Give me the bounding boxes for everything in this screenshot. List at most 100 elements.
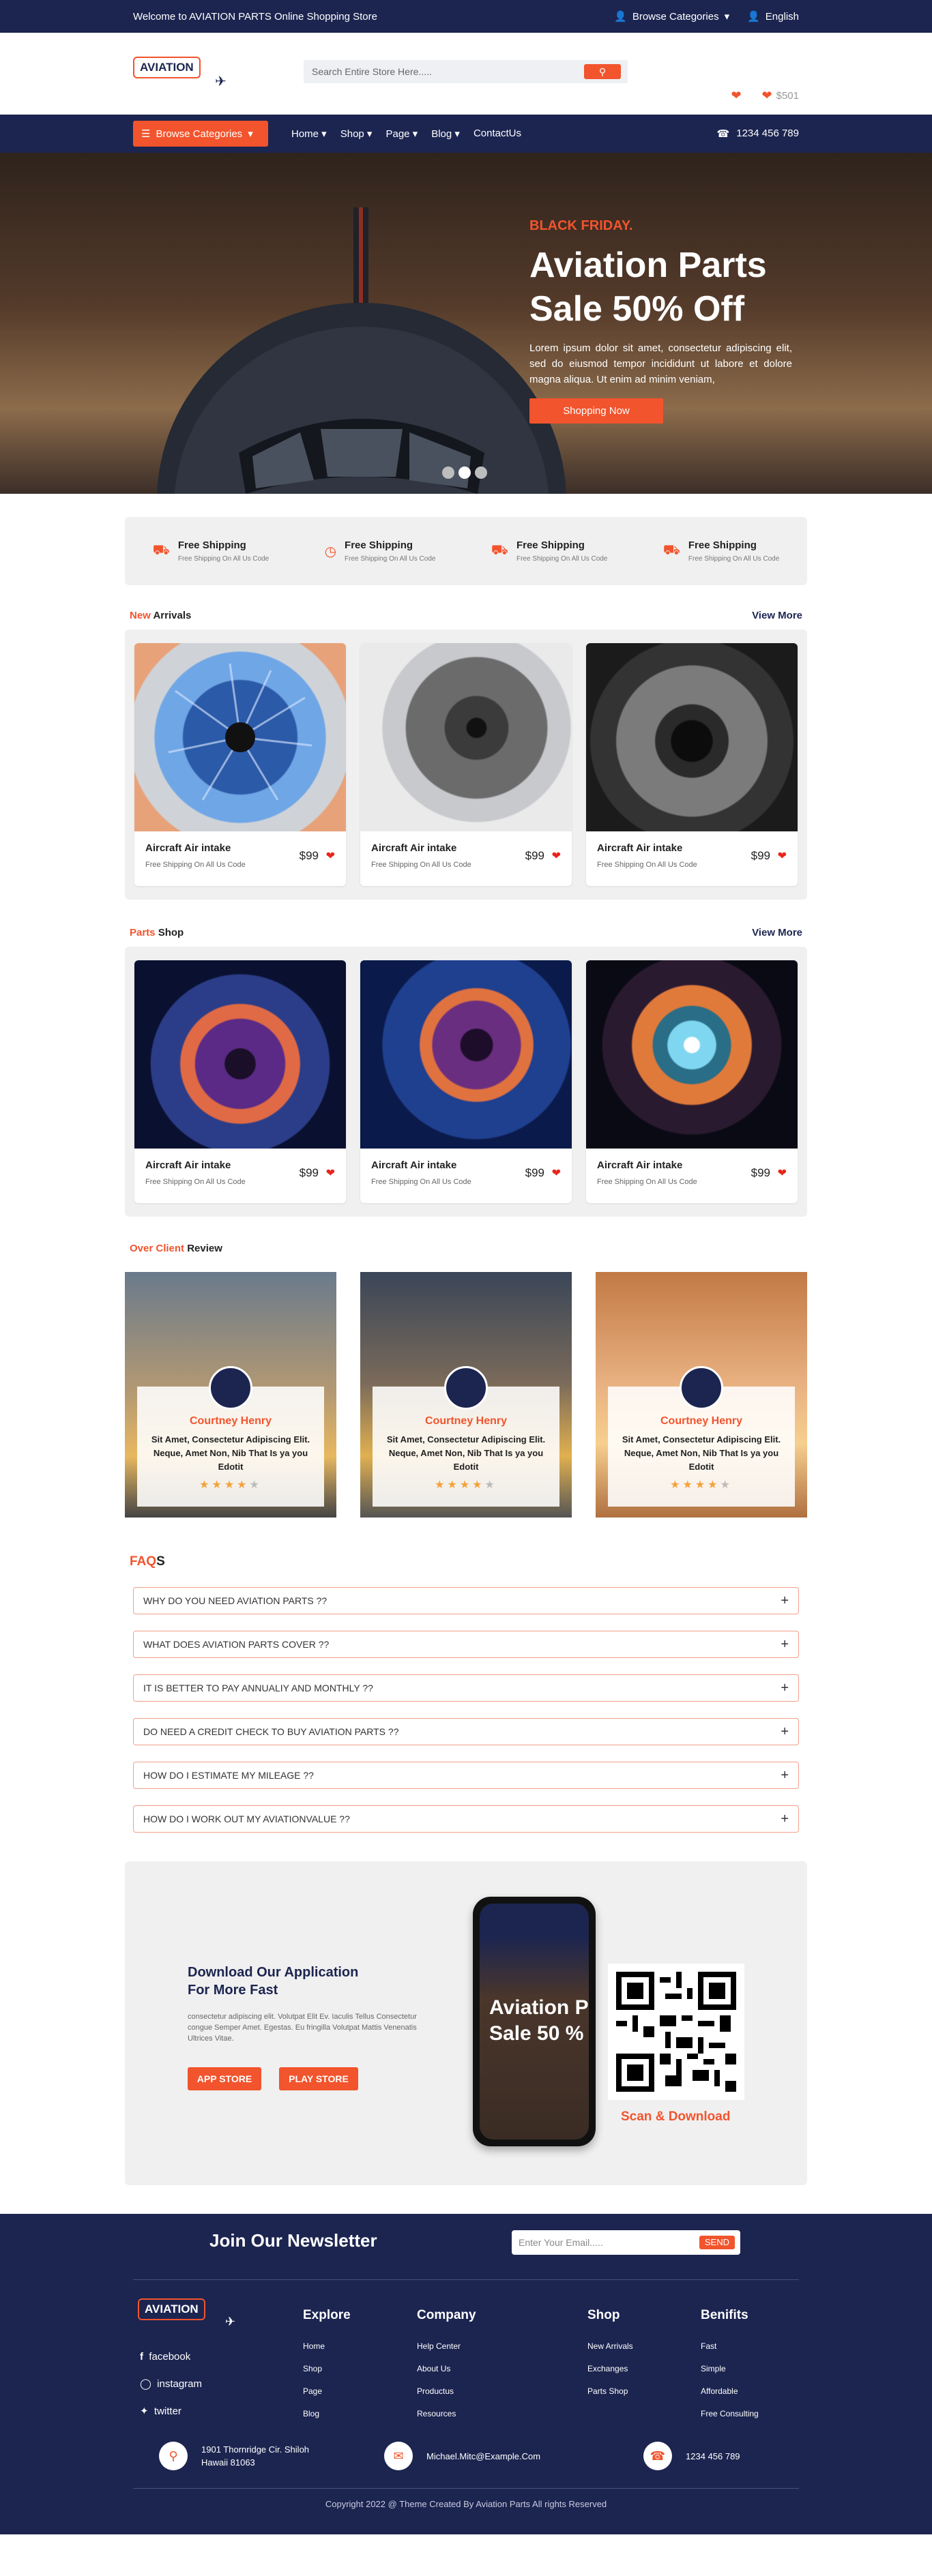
footer-link[interactable]: Productus bbox=[417, 2380, 476, 2403]
product-card[interactable]: Aircraft Air intake Free Shipping On All… bbox=[360, 643, 572, 886]
cart-button[interactable]: ❤ $501 bbox=[762, 89, 799, 103]
faq-item[interactable]: WHY DO YOU NEED AVIATION PARTS ?? + bbox=[133, 1587, 799, 1614]
footer-link[interactable]: Free Consulting bbox=[701, 2403, 759, 2425]
twitter-link[interactable]: ✦ twitter bbox=[140, 2398, 202, 2425]
carousel-dots bbox=[442, 467, 487, 479]
email-placeholder: Enter Your Email..... bbox=[519, 2237, 603, 2248]
footer-link[interactable]: Parts Shop bbox=[587, 2380, 633, 2403]
contact-email[interactable]: ✉ Michael.Mitc@Example.Com bbox=[384, 2442, 540, 2470]
phone-text: 1234 456 789 bbox=[686, 2451, 740, 2461]
product-card[interactable]: Aircraft Air intake Free Shipping On All… bbox=[360, 960, 572, 1203]
review-card: Courtney Henry Sit Amet, Consectetur Adi… bbox=[125, 1272, 336, 1518]
view-more-link[interactable]: View More bbox=[752, 927, 802, 938]
search-button[interactable]: ⚲ bbox=[584, 64, 621, 79]
footer-link[interactable]: Simple bbox=[701, 2358, 759, 2380]
footer-link[interactable]: Affordable bbox=[701, 2380, 759, 2403]
app-title-line2: For More Fast bbox=[188, 1983, 278, 1998]
carousel-dot-1[interactable] bbox=[442, 467, 454, 479]
top-browse-categories[interactable]: 👤 Browse Categories ▾ bbox=[614, 10, 729, 23]
caret-down-icon: ▾ bbox=[724, 11, 730, 23]
email-text: Michael.Mitc@Example.Com bbox=[426, 2451, 541, 2461]
shopping-now-button[interactable]: Shopping Now bbox=[529, 398, 663, 424]
reviewer-name: Courtney Henry bbox=[189, 1415, 272, 1427]
footer-logo[interactable]: AVIATION ✈ bbox=[138, 2298, 254, 2333]
footer-link[interactable]: Resources bbox=[417, 2403, 476, 2425]
instagram-link[interactable]: ◯ instagram bbox=[140, 2371, 202, 2398]
shipping-strip: ⛟ Free Shipping Free Shipping On All Us C… bbox=[125, 517, 807, 585]
carousel-dot-3[interactable] bbox=[475, 467, 487, 479]
shipping-sub: Free Shipping On All Us Code bbox=[177, 555, 270, 563]
add-to-cart-icon[interactable]: ❤ bbox=[778, 849, 787, 863]
add-to-cart-icon[interactable]: ❤ bbox=[326, 1166, 335, 1180]
faq-question: IT IS BETTER TO PAY ANNUALIY AND MONTHLY… bbox=[143, 1683, 373, 1693]
faq-title: FAQS bbox=[130, 1554, 802, 1569]
faq-item[interactable]: WHAT DOES AVIATION PARTS COVER ?? + bbox=[133, 1631, 799, 1658]
product-card[interactable]: Aircraft Air intake Free Shipping On All… bbox=[134, 960, 346, 1203]
language-selector[interactable]: 👤 English bbox=[747, 10, 799, 23]
facebook-icon: f bbox=[140, 2351, 143, 2363]
hero-title-line1: Aviation Parts bbox=[529, 246, 767, 285]
footer-link[interactable]: Exchanges bbox=[587, 2358, 633, 2380]
facebook-link[interactable]: f facebook bbox=[140, 2343, 202, 2371]
add-to-cart-icon[interactable]: ❤ bbox=[326, 849, 335, 863]
hamburger-icon: ☰ bbox=[141, 128, 151, 140]
phone-text-line1: Aviation P bbox=[489, 1996, 589, 2019]
review-card: Courtney Henry Sit Amet, Consectetur Adi… bbox=[360, 1272, 572, 1518]
footer-link[interactable]: Home bbox=[303, 2335, 351, 2358]
app-store-button[interactable]: APP STORE bbox=[188, 2067, 261, 2090]
site-logo[interactable]: AVIATION ✈ bbox=[133, 57, 235, 91]
browse-categories-button[interactable]: ☰ Browse Categories ▾ bbox=[133, 121, 268, 147]
faq-item[interactable]: HOW DO I WORK OUT MY AVIATIONVALUE ?? + bbox=[133, 1805, 799, 1833]
nav-blog[interactable]: Blog ▾ bbox=[431, 128, 460, 140]
review-text: Sit Amet, Consectetur Adipiscing Elit. N… bbox=[151, 1434, 310, 1472]
shipping-item: ⛟ Free Shipping Free Shipping On All Us C… bbox=[153, 539, 270, 563]
clock-icon: ◷ bbox=[324, 544, 337, 559]
add-to-cart-icon[interactable]: ❤ bbox=[552, 1166, 561, 1180]
phone-hero-text: Aviation P Sale 50 % bbox=[489, 1995, 589, 2047]
section-title: New Arrivals bbox=[130, 610, 191, 621]
reviewer-name: Courtney Henry bbox=[424, 1415, 508, 1427]
play-store-button[interactable]: PLAY STORE bbox=[279, 2067, 358, 2090]
faq-item[interactable]: IT IS BETTER TO PAY ANNUALIY AND MONTHLY… bbox=[133, 1674, 799, 1702]
nav-phone[interactable]: ☎ 1234 456 789 bbox=[717, 128, 799, 140]
contact-phone[interactable]: ☎ 1234 456 789 bbox=[643, 2442, 740, 2470]
product-image bbox=[586, 643, 798, 831]
search-input[interactable]: Search Entire Store Here..... ⚲ bbox=[304, 60, 628, 83]
newsletter-email-input[interactable]: Enter Your Email..... SEND bbox=[512, 2230, 740, 2255]
product-price: $99 bbox=[751, 1166, 770, 1179]
nav-shop[interactable]: Shop ▾ bbox=[340, 128, 373, 140]
faq-item[interactable]: HOW DO I ESTIMATE MY MILEAGE ?? + bbox=[133, 1762, 799, 1789]
avatar bbox=[209, 1366, 252, 1410]
wishlist-heart-icon[interactable]: ❤ bbox=[731, 89, 741, 103]
nav-contact[interactable]: ContactUs bbox=[474, 128, 521, 140]
footer-link[interactable]: Help Center bbox=[417, 2335, 476, 2358]
footer-link[interactable]: Blog bbox=[303, 2403, 351, 2425]
faq-question: HOW DO I WORK OUT MY AVIATIONVALUE ?? bbox=[143, 1813, 350, 1824]
faq-question: DO NEED A CREDIT CHECK TO BUY AVIATION P… bbox=[143, 1726, 399, 1737]
nav-home[interactable]: Home ▾ bbox=[291, 128, 327, 140]
star-empty-icon: ★ bbox=[720, 1479, 733, 1491]
add-to-cart-icon[interactable]: ❤ bbox=[552, 849, 561, 863]
footer-link[interactable]: New Arrivals bbox=[587, 2335, 633, 2358]
product-card[interactable]: Aircraft Air intake Free Shipping On All… bbox=[586, 960, 798, 1203]
footer-link[interactable]: About Us bbox=[417, 2358, 476, 2380]
address-line1: 1901 Thornridge Cir. Shiloh bbox=[201, 2444, 310, 2455]
carousel-dot-2[interactable] bbox=[458, 467, 471, 479]
product-card[interactable]: Aircraft Air intake Free Shipping On All… bbox=[586, 643, 798, 886]
footer-link[interactable]: Shop bbox=[303, 2358, 351, 2380]
send-button[interactable]: SEND bbox=[699, 2236, 735, 2249]
add-to-cart-icon[interactable]: ❤ bbox=[778, 1166, 787, 1180]
faq-item[interactable]: DO NEED A CREDIT CHECK TO BUY AVIATION P… bbox=[133, 1718, 799, 1745]
nav-shop-label: Shop bbox=[340, 128, 364, 140]
view-more-link[interactable]: View More bbox=[752, 610, 802, 621]
review-text: Sit Amet, Consectetur Adipiscing Elit. N… bbox=[622, 1434, 781, 1472]
footer-link[interactable]: Fast bbox=[701, 2335, 759, 2358]
product-card[interactable]: Aircraft Air intake Free Shipping On All… bbox=[134, 643, 346, 886]
nav-page[interactable]: Page ▾ bbox=[385, 128, 418, 140]
hero-kicker: BLACK FRIDAY. bbox=[529, 218, 633, 233]
shipping-sub: Free Shipping On All Us Code bbox=[688, 555, 780, 563]
section-title-accent: Over Client bbox=[130, 1243, 185, 1254]
nav-blog-label: Blog bbox=[431, 128, 452, 140]
footer-link[interactable]: Page bbox=[303, 2380, 351, 2403]
welcome-text: Welcome to AVIATION PARTS Online Shoppin… bbox=[133, 10, 377, 23]
